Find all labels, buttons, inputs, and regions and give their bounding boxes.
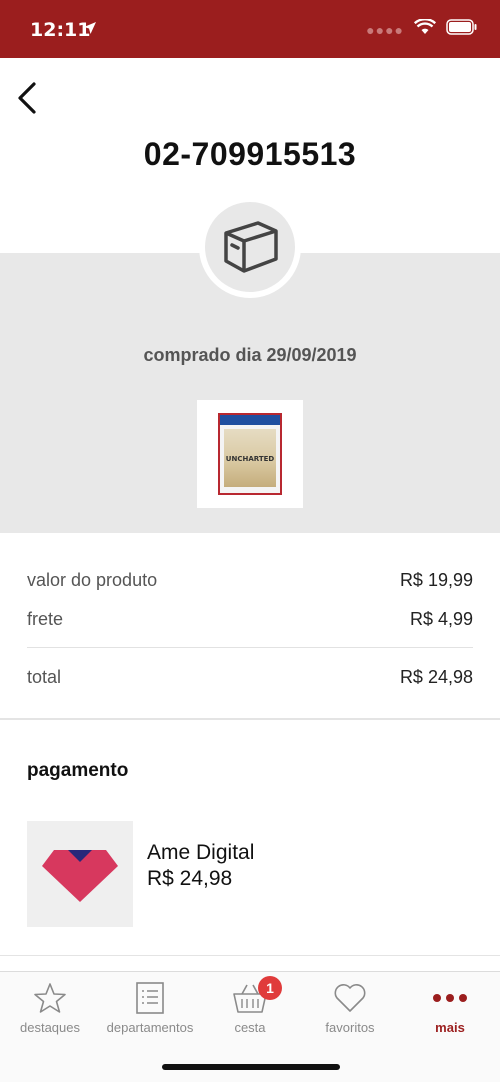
status-time: 12:11 (30, 19, 91, 41)
chevron-left-icon (18, 82, 36, 114)
product-value-amount: R$ 19,99 (399, 570, 473, 590)
location-arrow-icon (83, 21, 97, 40)
product-thumbnail[interactable]: UNCHARTED (197, 400, 303, 508)
basket-icon: 1 (200, 976, 300, 1016)
shipping-label: frete (27, 609, 64, 629)
purchase-date: comprado dia 29/09/2019 (143, 345, 357, 365)
tab-label-destaques: destaques (20, 1020, 80, 1035)
tab-label-favoritos: favoritos (325, 1020, 375, 1035)
payment-amount: R$ 24,98 (147, 867, 233, 890)
wifi-icon (413, 18, 437, 40)
payment-title: pagamento (27, 760, 129, 781)
back-button[interactable] (12, 78, 46, 118)
battery-icon (446, 19, 478, 40)
payment-divider (0, 955, 500, 956)
tab-label-departamentos: departamentos (106, 1020, 194, 1035)
shipping-amount: R$ 4,99 (409, 609, 473, 629)
shipping-row: frete R$ 4,99 (27, 609, 473, 630)
game-cover-title: UNCHARTED (225, 455, 275, 463)
tab-cesta[interactable]: 1 cesta (200, 976, 300, 1035)
signal-icon: ●●●● (366, 21, 404, 38)
tab-departamentos[interactable]: departamentos (100, 980, 200, 1035)
tab-favoritos[interactable]: favoritos (300, 980, 400, 1035)
tab-mais[interactable]: mais (400, 980, 500, 1035)
payment-method: Ame Digital (147, 841, 255, 864)
product-value-label: valor do produto (27, 570, 158, 590)
order-detail-screen: 12:11 ●●●● 02-709915513 comprado dia 29/… (0, 0, 500, 1082)
summary-divider (27, 647, 473, 648)
ame-digital-logo (27, 821, 133, 927)
product-value-row: valor do produto R$ 19,99 (27, 570, 473, 591)
order-number: 02-709915513 (143, 136, 357, 172)
more-icon (400, 980, 500, 1016)
status-indicators: ●●●● (366, 18, 478, 40)
total-label: total (27, 667, 62, 687)
tab-label-mais: mais (435, 1020, 465, 1035)
status-bar: 12:11 ●●●● (0, 0, 500, 58)
list-icon (100, 980, 200, 1016)
heart-icon (300, 980, 400, 1016)
tab-destaques[interactable]: destaques (0, 980, 100, 1035)
game-cover-image: UNCHARTED (218, 413, 282, 495)
tab-label-cesta: cesta (234, 1020, 266, 1035)
total-row: total R$ 24,98 (27, 667, 473, 688)
section-divider (0, 718, 500, 720)
total-amount: R$ 24,98 (399, 667, 473, 687)
star-icon (0, 980, 100, 1016)
home-indicator (162, 1064, 340, 1070)
package-icon (205, 202, 295, 292)
cart-count-badge: 1 (258, 976, 282, 1000)
